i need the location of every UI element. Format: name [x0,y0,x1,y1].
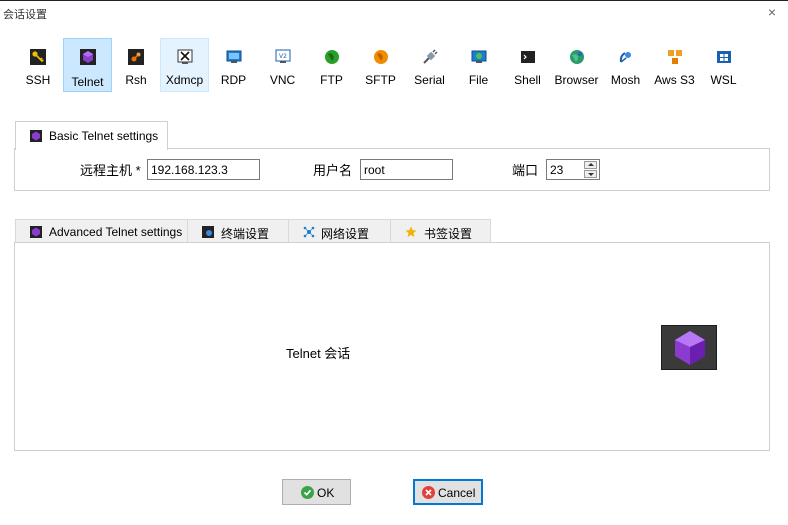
telnet-gem-icon [30,130,42,145]
globe-green-icon [324,49,340,65]
star-icon [405,226,417,241]
globe-orange-icon [373,49,389,65]
advanced-settings-panel [14,242,770,451]
port-decrement-button[interactable] [584,170,597,178]
satellite-icon [618,49,634,65]
protocol-rsh-button[interactable]: Rsh [112,38,160,92]
protocol-xdmcp-button[interactable]: Xdmcp [160,38,209,92]
tab-basic-telnet-settings[interactable]: Basic Telnet settings [15,121,168,150]
terminal-icon [520,49,536,65]
username-input[interactable] [360,159,453,180]
window-title: 会话设置 [3,9,47,21]
key-icon [30,49,46,65]
protocol-vnc-button[interactable]: V2 VNC [258,38,307,92]
telnet-gem-icon [79,49,96,65]
cubes-icon [667,49,683,65]
file-monitor-icon [471,49,487,65]
window-top-border [0,0,788,1]
protocol-browser-button[interactable]: Browser [552,38,601,92]
protocol-wsl-button[interactable]: WSL [699,38,748,92]
telnet-gem-icon [661,325,717,370]
remote-host-input[interactable] [147,159,260,180]
rsh-icon [128,49,144,65]
protocol-file-button[interactable]: File [454,38,503,92]
protocol-awss3-button[interactable]: Aws S3 [650,38,699,92]
ok-button[interactable]: OK [282,479,351,505]
vnc-icon: V2 [275,49,291,65]
check-icon [301,486,314,499]
tab-advanced-telnet-settings[interactable]: Advanced Telnet settings [15,219,187,243]
svg-text:V2: V2 [279,53,287,60]
telnet-gem-icon [30,226,42,241]
advanced-tab-strip: Advanced Telnet settings 终端设置 网络设置 书签设置 [15,219,491,243]
protocol-shell-button[interactable]: Shell [503,38,552,92]
windows-icon [716,49,732,65]
protocol-telnet-button[interactable]: Telnet [63,38,112,92]
port-increment-button[interactable] [584,161,597,169]
monitor-icon [226,49,242,65]
username-label: 用户名 [313,163,353,178]
protocol-toolbar: SSH Telnet Rsh Xdmcp RDP V2 VNC FTP SFTP… [13,38,748,94]
protocol-rdp-button[interactable]: RDP [209,38,258,92]
protocol-ftp-button[interactable]: FTP [307,38,356,92]
tab-bookmark-settings[interactable]: 书签设置 [390,219,491,243]
port-label: 端口 [512,163,539,178]
session-type-label: Telnet 会话 [286,346,351,361]
port-input[interactable] [547,160,585,179]
protocol-mosh-button[interactable]: Mosh [601,38,650,92]
network-icon [303,226,315,241]
cancel-x-icon [422,486,435,499]
cancel-button[interactable]: Cancel [413,479,483,505]
plug-icon [422,49,438,65]
remote-host-label: 远程主机 * [80,163,141,178]
browser-globe-icon [569,49,585,65]
protocol-ssh-button[interactable]: SSH [13,38,63,92]
protocol-serial-button[interactable]: Serial [405,38,454,92]
tab-terminal-settings[interactable]: 终端设置 [187,219,288,243]
protocol-sftp-button[interactable]: SFTP [356,38,405,92]
port-stepper [546,159,600,180]
tab-network-settings[interactable]: 网络设置 [288,219,390,243]
terminal-settings-icon [202,226,214,241]
x-display-icon [177,49,193,65]
close-icon[interactable]: × [764,4,780,20]
